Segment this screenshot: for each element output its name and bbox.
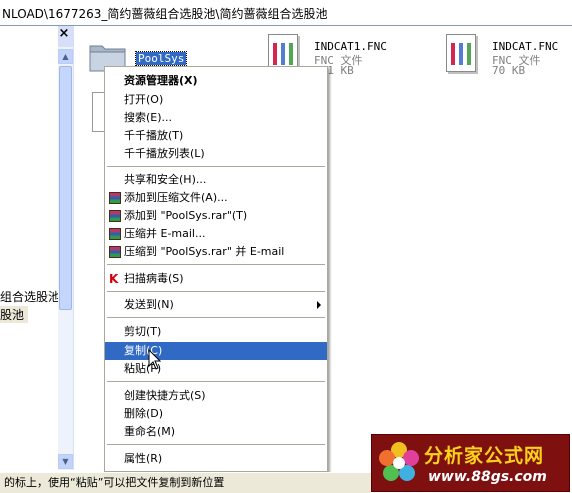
menu-item-send-to[interactable]: 发送到(N)	[105, 296, 327, 314]
menu-item-label: 压缩到 "PoolSys.rar" 并 E-mail	[124, 245, 285, 258]
folder-tree: 组合选股池 股池	[0, 26, 60, 470]
menu-item-label: 压缩并 E-mail...	[124, 227, 206, 240]
menu-separator	[107, 166, 325, 167]
status-bar: 的标上，使用“粘贴”可以把文件复制到新位置	[0, 472, 371, 493]
menu-item-label: 共享和安全(H)...	[124, 173, 207, 186]
vertical-scrollbar[interactable]: ▲ ▼	[58, 47, 73, 470]
submenu-arrow-icon	[317, 301, 321, 309]
menu-item-search[interactable]: 搜索(E)...	[105, 109, 327, 127]
menu-item-paste[interactable]: 粘贴(P)	[105, 360, 327, 378]
menu-item-copy[interactable]: 复制(C)	[105, 342, 327, 360]
menu-separator	[107, 291, 325, 292]
tree-item[interactable]: 组合选股池	[0, 288, 60, 305]
kingsoft-antivirus-icon: K	[109, 272, 119, 286]
address-bar[interactable]: NLOAD\1677263_简约蔷薇组合选股池\简约蔷薇组合选股池	[0, 0, 572, 26]
menu-separator	[107, 264, 325, 265]
menu-item-label: 创建快捷方式(S)	[124, 389, 206, 402]
close-icon[interactable]: ×	[56, 26, 72, 42]
winrar-icon	[109, 228, 121, 240]
file-size: 70 KB	[492, 64, 526, 77]
winrar-icon	[109, 210, 121, 222]
logo-title: 分析家公式网	[424, 445, 545, 467]
winrar-icon	[109, 192, 121, 204]
menu-item-scan-virus[interactable]: K 扫描病毒(S)	[105, 270, 327, 288]
menu-item-label: 打开(O)	[124, 93, 164, 106]
menu-item-open[interactable]: 打开(O)	[105, 91, 327, 109]
mouse-cursor-icon	[148, 349, 162, 370]
menu-item-cut[interactable]: 剪切(T)	[105, 323, 327, 341]
menu-item-add-to-archive[interactable]: 添加到压缩文件(A)...	[105, 189, 327, 207]
menu-item-add-to-poolsys-rar[interactable]: 添加到 "PoolSys.rar"(T)	[105, 207, 327, 225]
menu-separator	[107, 444, 325, 445]
fnc-file-icon[interactable]	[446, 34, 476, 72]
menu-item-label: 搜索(E)...	[124, 111, 173, 124]
menu-item-compress-to-rar-email[interactable]: 压缩到 "PoolSys.rar" 并 E-mail	[105, 243, 327, 261]
tree-item-selected[interactable]: 股池	[0, 306, 29, 323]
menu-separator	[107, 317, 325, 318]
context-menu: 资源管理器(X) 打开(O) 搜索(E)... 千千播放(T) 千千播放列表(L…	[104, 66, 328, 472]
menu-separator	[107, 381, 325, 382]
file-name-selected[interactable]: PoolSys	[134, 51, 188, 66]
winrar-icon	[109, 246, 121, 258]
menu-item-label: 千千播放(T)	[124, 129, 184, 142]
scroll-down-icon[interactable]: ▼	[58, 454, 73, 469]
menu-item-label: 重命名(M)	[124, 425, 176, 438]
menu-item-label: 添加到 "PoolSys.rar"(T)	[124, 209, 248, 222]
menu-item-label: 扫描病毒(S)	[124, 272, 184, 285]
logo-url: www.88gs.com	[428, 469, 547, 485]
menu-item-properties[interactable]: 属性(R)	[105, 450, 327, 468]
menu-item-label: 千千播放列表(L)	[124, 147, 205, 160]
flower-logo-icon	[379, 442, 419, 481]
menu-item-label: 资源管理器(X)	[124, 74, 198, 87]
menu-item-ttplayer-play[interactable]: 千千播放(T)	[105, 127, 327, 145]
menu-item-sharing[interactable]: 共享和安全(H)...	[105, 171, 327, 189]
menu-item-ttplayer-playlist[interactable]: 千千播放列表(L)	[105, 145, 327, 163]
scroll-up-icon[interactable]: ▲	[58, 49, 73, 64]
folder-tree-pane: 组合选股池 股池 × ▲ ▼	[0, 26, 74, 470]
address-path[interactable]: NLOAD\1677263_简约蔷薇组合选股池\简约蔷薇组合选股池	[2, 5, 327, 22]
scrollbar-thumb[interactable]	[59, 66, 72, 310]
menu-item-rename[interactable]: 重命名(M)	[105, 423, 327, 441]
watermark-logo: 分析家公式网 www.88gs.com	[371, 434, 570, 492]
menu-item-create-shortcut[interactable]: 创建快捷方式(S)	[105, 387, 327, 405]
menu-item-label: 属性(R)	[124, 452, 163, 465]
menu-item-label: 剪切(T)	[124, 325, 162, 338]
menu-item-label: 删除(D)	[124, 407, 164, 420]
menu-item-label: 添加到压缩文件(A)...	[124, 191, 228, 204]
menu-item-label: 发送到(N)	[124, 298, 174, 311]
menu-item-compress-email[interactable]: 压缩并 E-mail...	[105, 225, 327, 243]
status-text: 的标上，使用“粘贴”可以把文件复制到新位置	[4, 476, 225, 489]
menu-item-delete[interactable]: 删除(D)	[105, 405, 327, 423]
menu-item-explore[interactable]: 资源管理器(X)	[105, 72, 327, 90]
